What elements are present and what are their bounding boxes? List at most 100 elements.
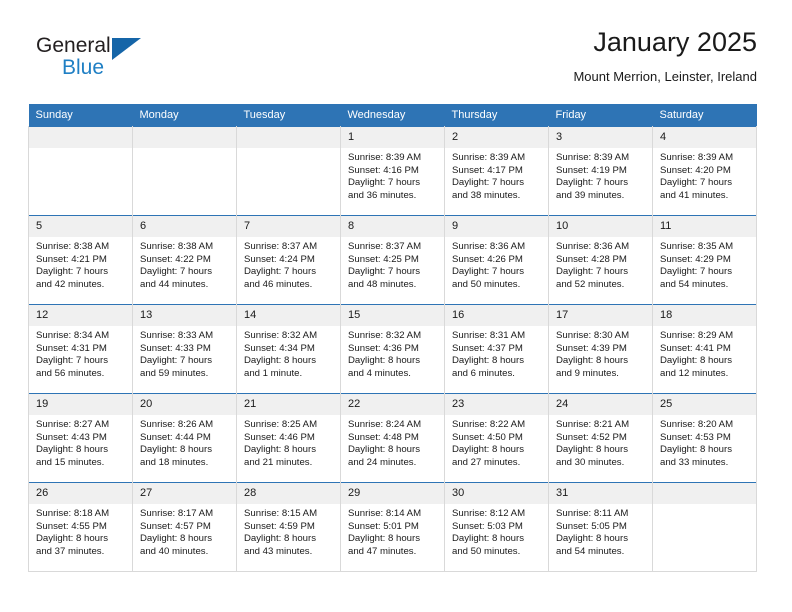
day-cell-26[interactable]: 26 Sunrise: 8:18 AM Sunset: 4:55 PM Dayligh…: [28, 482, 133, 572]
sunrise-text: Sunrise: 8:12 AM: [452, 508, 526, 519]
day-number: 3: [549, 127, 652, 148]
day-cell-18[interactable]: 18 Sunrise: 8:29 AM Sunset: 4:41 PM Dayligh…: [652, 304, 757, 394]
day-cell-6[interactable]: 6 Sunrise: 8:38 AM Sunset: 4:22 PM Daylight…: [132, 215, 237, 305]
day-number: 16: [445, 305, 548, 326]
day-cell-10[interactable]: 10 Sunrise: 8:36 AM Sunset: 4:28 PM Dayligh…: [548, 215, 653, 305]
day-number: 6: [133, 216, 236, 237]
day-cell-1[interactable]: 1 Sunrise: 8:39 AM Sunset: 4:16 PM Daylight…: [340, 126, 445, 216]
day-cell-14[interactable]: 14 Sunrise: 8:32 AM Sunset: 4:34 PM Dayligh…: [236, 304, 341, 394]
daylight-text-cont: and 38 minutes.: [452, 189, 521, 201]
sunrise-text: Sunrise: 8:32 AM: [348, 330, 422, 341]
day-cell-23[interactable]: 23 Sunrise: 8:22 AM Sunset: 4:50 PM Dayligh…: [444, 393, 549, 483]
sunrise-text: Sunrise: 8:37 AM: [348, 241, 422, 252]
daylight-text: Daylight: 8 hours: [452, 444, 524, 456]
sunset-text: Sunset: 4:28 PM: [556, 253, 627, 265]
daylight-text-cont: and 27 minutes.: [452, 456, 521, 468]
sunset-text: Sunset: 4:21 PM: [36, 253, 107, 265]
day-cell-7[interactable]: 7 Sunrise: 8:37 AM Sunset: 4:24 PM Daylight…: [236, 215, 341, 305]
day-details: Sunrise: 8:39 AM Sunset: 4:17 PM Daylight:…: [445, 148, 548, 202]
daylight-text: Daylight: 8 hours: [244, 533, 316, 545]
daylight-text: Daylight: 7 hours: [556, 177, 628, 189]
day-details: Sunrise: 8:38 AM Sunset: 4:22 PM Daylight:…: [133, 237, 236, 291]
day-cell-30[interactable]: 30 Sunrise: 8:12 AM Sunset: 5:03 PM Dayligh…: [444, 482, 549, 572]
day-cell-27[interactable]: 27 Sunrise: 8:17 AM Sunset: 4:57 PM Dayligh…: [132, 482, 237, 572]
weekday-header-saturday: Saturday: [652, 104, 757, 127]
day-details: Sunrise: 8:30 AM Sunset: 4:39 PM Daylight:…: [549, 326, 652, 380]
calendar-body: 1 Sunrise: 8:39 AM Sunset: 4:16 PM Daylight…: [28, 126, 757, 572]
day-number: 26: [29, 483, 132, 504]
sunset-text: Sunset: 4:36 PM: [348, 342, 419, 354]
daylight-text-cont: and 15 minutes.: [36, 456, 105, 468]
day-number: 13: [133, 305, 236, 326]
day-cell-20[interactable]: 20 Sunrise: 8:26 AM Sunset: 4:44 PM Dayligh…: [132, 393, 237, 483]
day-number: [653, 483, 756, 504]
day-details: Sunrise: 8:22 AM Sunset: 4:50 PM Daylight:…: [445, 415, 548, 469]
day-details: Sunrise: 8:29 AM Sunset: 4:41 PM Daylight:…: [653, 326, 756, 380]
day-cell-9[interactable]: 9 Sunrise: 8:36 AM Sunset: 4:26 PM Daylight…: [444, 215, 549, 305]
day-cell-29[interactable]: 29 Sunrise: 8:14 AM Sunset: 5:01 PM Dayligh…: [340, 482, 445, 572]
day-number: 24: [549, 394, 652, 415]
daylight-text: Daylight: 8 hours: [452, 355, 524, 367]
day-number: 7: [237, 216, 340, 237]
daylight-text-cont: and 21 minutes.: [244, 456, 313, 468]
day-number: 12: [29, 305, 132, 326]
day-number: 8: [341, 216, 444, 237]
daylight-text-cont: and 43 minutes.: [244, 545, 313, 557]
daylight-text-cont: and 36 minutes.: [348, 189, 417, 201]
daylight-text-cont: and 39 minutes.: [556, 189, 625, 201]
day-cell-28[interactable]: 28 Sunrise: 8:15 AM Sunset: 4:59 PM Dayligh…: [236, 482, 341, 572]
day-cell-17[interactable]: 17 Sunrise: 8:30 AM Sunset: 4:39 PM Dayligh…: [548, 304, 653, 394]
day-number: [237, 127, 340, 148]
day-details: Sunrise: 8:31 AM Sunset: 4:37 PM Daylight:…: [445, 326, 548, 380]
daylight-text: Daylight: 7 hours: [244, 266, 316, 278]
day-cell-2[interactable]: 2 Sunrise: 8:39 AM Sunset: 4:17 PM Daylight…: [444, 126, 549, 216]
day-cell-13[interactable]: 13 Sunrise: 8:33 AM Sunset: 4:33 PM Dayligh…: [132, 304, 237, 394]
day-cell-5[interactable]: 5 Sunrise: 8:38 AM Sunset: 4:21 PM Daylight…: [28, 215, 133, 305]
daylight-text-cont: and 59 minutes.: [140, 367, 209, 379]
sunset-text: Sunset: 4:59 PM: [244, 520, 315, 532]
weekday-header-friday: Friday: [548, 104, 653, 127]
page-header: General Blue January 2025 Mount Merrion,…: [28, 26, 757, 98]
day-cell-22[interactable]: 22 Sunrise: 8:24 AM Sunset: 4:48 PM Dayligh…: [340, 393, 445, 483]
calendar-header-row: Sunday Monday Tuesday Wednesday Thursday Frid…: [28, 104, 757, 127]
sunrise-text: Sunrise: 8:15 AM: [244, 508, 318, 519]
day-cell-24[interactable]: 24 Sunrise: 8:21 AM Sunset: 4:52 PM Dayligh…: [548, 393, 653, 483]
daylight-text-cont: and 37 minutes.: [36, 545, 105, 557]
daylight-text-cont: and 30 minutes.: [556, 456, 625, 468]
day-cell-25[interactable]: 25 Sunrise: 8:20 AM Sunset: 4:53 PM Dayligh…: [652, 393, 757, 483]
brand-logo[interactable]: General Blue: [36, 34, 156, 90]
daylight-text-cont: and 54 minutes.: [660, 278, 729, 290]
day-details: Sunrise: 8:24 AM Sunset: 4:48 PM Daylight:…: [341, 415, 444, 469]
sunset-text: Sunset: 4:57 PM: [140, 520, 211, 532]
daylight-text-cont: and 44 minutes.: [140, 278, 209, 290]
day-cell-3[interactable]: 3 Sunrise: 8:39 AM Sunset: 4:19 PM Daylight…: [548, 126, 653, 216]
daylight-text: Daylight: 8 hours: [36, 533, 108, 545]
sunset-text: Sunset: 4:39 PM: [556, 342, 627, 354]
day-cell-4[interactable]: 4 Sunrise: 8:39 AM Sunset: 4:20 PM Daylight…: [652, 126, 757, 216]
day-number: 31: [549, 483, 652, 504]
day-cell-11[interactable]: 11 Sunrise: 8:35 AM Sunset: 4:29 PM Dayligh…: [652, 215, 757, 305]
day-cell-16[interactable]: 16 Sunrise: 8:31 AM Sunset: 4:37 PM Dayligh…: [444, 304, 549, 394]
day-details: Sunrise: 8:32 AM Sunset: 4:36 PM Daylight:…: [341, 326, 444, 380]
day-details: Sunrise: 8:20 AM Sunset: 4:53 PM Daylight:…: [653, 415, 756, 469]
calendar-week-row: 5 Sunrise: 8:38 AM Sunset: 4:21 PM Daylight…: [28, 215, 757, 305]
day-cell-15[interactable]: 15 Sunrise: 8:32 AM Sunset: 4:36 PM Dayligh…: [340, 304, 445, 394]
day-cell-empty: [236, 126, 341, 216]
day-number: [29, 127, 132, 148]
day-details: Sunrise: 8:25 AM Sunset: 4:46 PM Daylight:…: [237, 415, 340, 469]
day-cell-12[interactable]: 12 Sunrise: 8:34 AM Sunset: 4:31 PM Dayligh…: [28, 304, 133, 394]
sunset-text: Sunset: 4:34 PM: [244, 342, 315, 354]
day-details: Sunrise: 8:18 AM Sunset: 4:55 PM Daylight:…: [29, 504, 132, 558]
day-cell-31[interactable]: 31 Sunrise: 8:11 AM Sunset: 5:05 PM Dayligh…: [548, 482, 653, 572]
sunrise-text: Sunrise: 8:11 AM: [556, 508, 629, 519]
daylight-text-cont: and 1 minute.: [244, 367, 303, 379]
day-details: Sunrise: 8:37 AM Sunset: 4:24 PM Daylight:…: [237, 237, 340, 291]
sunset-text: Sunset: 4:37 PM: [452, 342, 523, 354]
daylight-text-cont: and 18 minutes.: [140, 456, 209, 468]
day-cell-19[interactable]: 19 Sunrise: 8:27 AM Sunset: 4:43 PM Dayligh…: [28, 393, 133, 483]
day-cell-8[interactable]: 8 Sunrise: 8:37 AM Sunset: 4:25 PM Daylight…: [340, 215, 445, 305]
sunrise-text: Sunrise: 8:39 AM: [556, 152, 630, 163]
weekday-header-wednesday: Wednesday: [340, 104, 445, 127]
sunrise-text: Sunrise: 8:26 AM: [140, 419, 214, 430]
day-cell-21[interactable]: 21 Sunrise: 8:25 AM Sunset: 4:46 PM Dayligh…: [236, 393, 341, 483]
